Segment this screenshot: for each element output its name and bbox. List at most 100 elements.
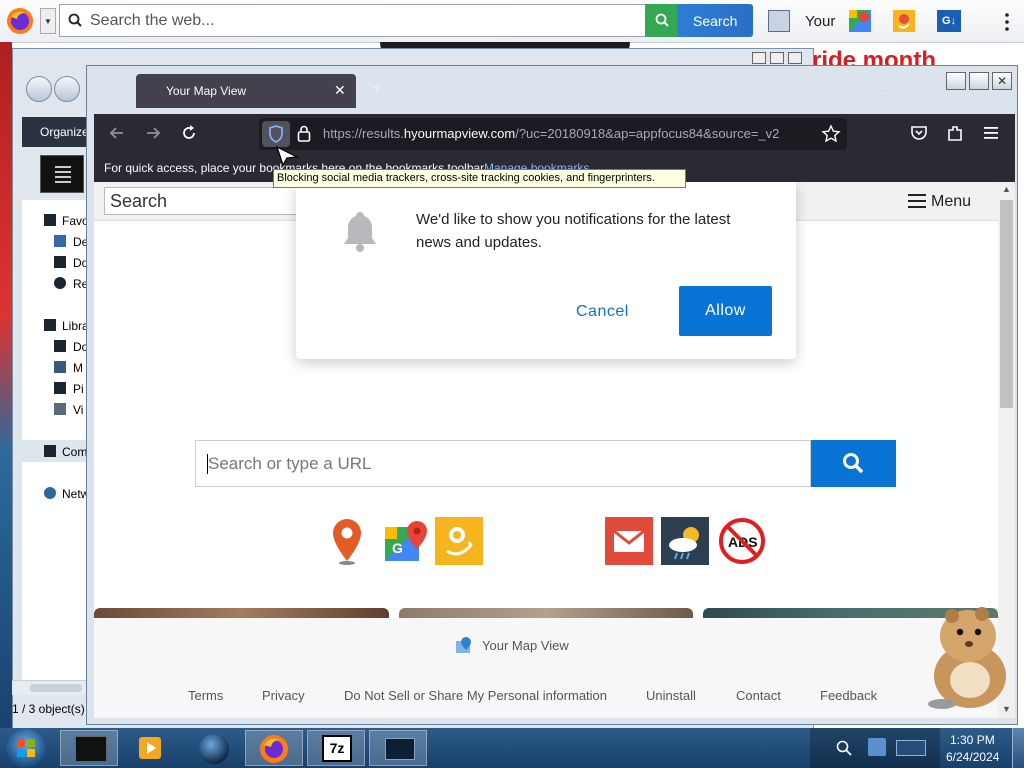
search-tray-icon[interactable] [836,740,852,756]
extensions-icon[interactable] [946,124,964,142]
taskbar-app-7zip[interactable]: 7z [307,730,365,766]
google-translate-icon[interactable]: G↓ [937,10,961,32]
reload-icon[interactable] [180,124,198,142]
horizontal-scrollbar[interactable] [12,680,86,695]
recent-icon [54,277,66,289]
web-search-input[interactable]: Search the web... [59,4,649,37]
nav-item[interactable]: Vi [73,403,83,417]
browser-tab[interactable]: Your Map View ✕ [136,74,356,108]
libraries-icon [44,319,56,331]
media-player-icon [139,737,161,759]
minimize-button[interactable] [946,72,966,90]
header-search-input[interactable]: Search [104,187,324,215]
footer-link-do-not-sell[interactable]: Do Not Sell or Share My Personal informa… [344,688,607,703]
notification-message: We'd like to show you notifications for … [416,211,731,251]
firefox-icon[interactable] [6,7,34,35]
main-search-input[interactable]: Search or type a URL [195,440,811,487]
web-search-placeholder: Search the web... [90,12,215,29]
scroll-up-arrow-icon[interactable]: ▲ [1002,184,1011,194]
maximize-button[interactable] [969,72,989,90]
back-arrow-icon[interactable] [108,124,126,142]
taskbar-app-window[interactable] [369,730,427,766]
clock-date[interactable]: 6/24/2024 [946,750,999,764]
maximize-button[interactable] [770,52,784,64]
firefox-window-controls: ✕ [946,72,1014,92]
hamster-mascot[interactable] [920,606,1010,710]
search-toolbar: ▼ Search the web... Search Your G↓ [0,0,1024,43]
gmail-shortcut-icon[interactable] [605,517,653,565]
view-icon[interactable] [40,155,84,193]
nav-item[interactable]: Favo [62,214,89,228]
close-tab-icon[interactable]: ✕ [334,82,346,99]
footer-link-contact[interactable]: Contact [736,688,781,703]
map-shortcut-icon[interactable] [768,10,790,32]
ad-block-shortcut-icon[interactable]: ADS [718,517,766,565]
videos-icon [54,403,66,415]
taskbar-app-explorer[interactable] [60,730,118,766]
directions-icon[interactable] [893,10,915,32]
taskbar-app-firefox[interactable] [245,730,303,766]
clock-time[interactable]: 1:30 PM [950,733,995,747]
content-card[interactable] [94,608,389,618]
footer-link-terms[interactable]: Terms [188,688,223,703]
footer-link-privacy[interactable]: Privacy [262,688,305,703]
new-tab-icon[interactable]: + [372,80,381,98]
web-search-button[interactable]: Search [645,4,753,37]
organize-menu[interactable]: Organize [40,125,89,139]
weather-shortcut-icon[interactable] [661,517,709,565]
favorites-icon [44,214,56,226]
hamburger-menu-icon[interactable] [982,125,1000,141]
taskbar-app-media-player[interactable] [125,730,183,766]
nav-item[interactable]: M [73,361,83,375]
mouse-cursor-icon [275,145,301,167]
forward-arrow-icon[interactable] [144,124,162,142]
content-card[interactable] [399,608,693,618]
menu-button[interactable]: Menu [906,191,976,213]
cancel-button[interactable]: Cancel [576,303,629,321]
pocket-icon[interactable] [910,124,928,142]
scroll-thumb[interactable] [1000,200,1013,408]
google-maps-shortcut-icon[interactable]: G [383,519,429,563]
taskbar-app-globe[interactable] [185,730,243,766]
dropdown-arrow-icon[interactable]: ▼ [40,8,56,34]
bell-icon [340,208,380,254]
nav-item[interactable]: Libra [62,319,89,333]
more-options-icon[interactable] [1004,12,1010,32]
downloads-icon [54,256,66,268]
tab-title: Your Map View [166,84,247,98]
tracking-protection-shield-icon[interactable] [262,121,290,147]
pictures-icon [54,382,66,394]
bookmark-star-icon[interactable] [821,124,841,144]
your-label[interactable]: Your [805,13,835,30]
7zip-icon: 7z [322,735,352,762]
start-button[interactable] [6,729,46,767]
lock-icon[interactable] [297,125,311,143]
directions-shortcut-icon[interactable] [435,517,483,565]
show-desktop-button[interactable] [1012,728,1024,768]
nav-item-computer-selected[interactable]: Com [62,445,87,459]
map-pin-shortcut-icon[interactable] [330,517,364,565]
nav-item[interactable]: Pi [73,382,84,396]
window-icon [385,738,415,760]
network-icon [44,487,56,499]
url-text[interactable]: https://results.hyourmapview.com/?uc=201… [323,126,813,144]
close-button[interactable] [788,52,802,64]
main-search-button[interactable] [811,440,896,487]
address-bar[interactable]: https://results.hyourmapview.com/?uc=201… [259,118,847,150]
volume-tray-icon[interactable] [896,740,926,756]
globe-icon [199,734,229,764]
url-suffix: /?uc=20180918&ap=appfocus84&source=_v2 [515,126,780,141]
explorer-back-button[interactable] [26,76,52,102]
google-maps-icon[interactable] [849,10,871,32]
notification-permission-popup: We'd like to show you notifications for … [296,182,796,359]
footer-link-uninstall[interactable]: Uninstall [646,688,696,703]
explorer-forward-button[interactable] [54,76,80,102]
network-tray-icon[interactable] [868,738,886,756]
svg-text:G: G [392,540,403,556]
desktop-icon [54,235,66,247]
close-button[interactable]: ✕ [992,72,1012,90]
list-all-tabs-icon[interactable]: ⌄ [878,82,887,95]
minimize-button[interactable] [752,52,766,64]
allow-button[interactable]: Allow [679,286,772,336]
footer-link-feedback[interactable]: Feedback [820,688,877,703]
